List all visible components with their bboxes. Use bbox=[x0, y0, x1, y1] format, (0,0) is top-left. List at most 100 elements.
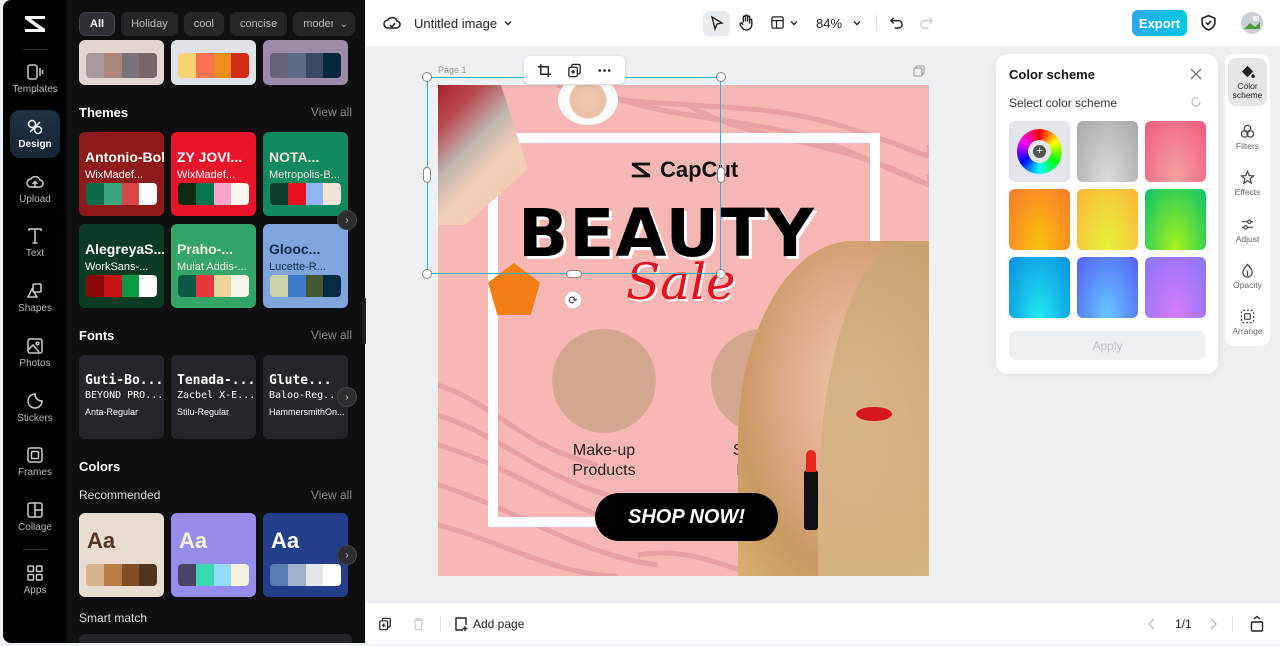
close-icon[interactable] bbox=[1189, 67, 1203, 81]
selection-box[interactable] bbox=[427, 77, 721, 274]
export-button[interactable]: Export bbox=[1132, 10, 1187, 36]
add-page-icon bbox=[455, 617, 468, 631]
duplicate-page-icon[interactable] bbox=[378, 617, 392, 631]
hand-tool-icon[interactable] bbox=[738, 14, 755, 31]
reset-icon[interactable] bbox=[1190, 96, 1202, 108]
gradient-swatch[interactable] bbox=[1077, 257, 1138, 318]
zoom-level[interactable]: 84% bbox=[816, 16, 842, 31]
theme-card[interactable]: NOTA... Metropolis-B... bbox=[263, 132, 348, 216]
shop-now-button[interactable]: SHOP NOW! bbox=[595, 493, 778, 541]
tool-filters[interactable]: Filters bbox=[1228, 113, 1267, 161]
resize-handle-bottom[interactable] bbox=[566, 270, 582, 278]
tool-effects[interactable]: Effects bbox=[1228, 159, 1267, 207]
themes-view-all-link[interactable]: View all bbox=[311, 105, 352, 119]
chip-holiday[interactable]: Holiday bbox=[121, 12, 178, 36]
rail-item-templates[interactable]: Templates bbox=[10, 55, 60, 103]
rail-item-stickers[interactable]: Stickers bbox=[10, 384, 60, 432]
shield-check-icon[interactable] bbox=[1200, 14, 1217, 31]
rail-item-text[interactable]: Text bbox=[10, 219, 60, 267]
page-duplicate-icon[interactable] bbox=[913, 65, 925, 77]
colors-next-button[interactable]: › bbox=[337, 545, 357, 565]
gradient-swatch[interactable] bbox=[1009, 189, 1070, 250]
layout-icon[interactable] bbox=[770, 15, 785, 30]
fonts-next-button[interactable]: › bbox=[337, 387, 357, 407]
undo-icon[interactable] bbox=[889, 15, 904, 30]
apply-button[interactable]: Apply bbox=[1009, 331, 1206, 360]
smart-match-item[interactable] bbox=[79, 634, 352, 643]
palette-sample-text: Aa bbox=[179, 528, 208, 553]
capcut-logo-icon[interactable] bbox=[21, 12, 49, 36]
font-pair-card[interactable]: Glute... Baloo-Reg... HammersmithOn... bbox=[263, 355, 348, 439]
gradient-swatch[interactable] bbox=[1145, 121, 1206, 182]
rail-item-upload[interactable]: Upload bbox=[10, 165, 60, 213]
resize-handle-right[interactable] bbox=[717, 167, 725, 183]
palette-card[interactable] bbox=[171, 40, 256, 85]
chip-concise[interactable]: concise bbox=[229, 12, 288, 36]
title-chevron-down-icon[interactable] bbox=[503, 18, 513, 28]
add-page-button[interactable]: Add page bbox=[454, 616, 524, 632]
delete-page-icon[interactable] bbox=[412, 617, 425, 631]
tool-arrange[interactable]: Arrange bbox=[1228, 298, 1267, 346]
chip-all[interactable]: All bbox=[79, 12, 116, 36]
next-page-icon[interactable] bbox=[1208, 617, 1218, 631]
rail-item-apps[interactable]: Apps bbox=[10, 556, 60, 604]
gradient-swatch[interactable] bbox=[1077, 121, 1138, 182]
rail-item-collage[interactable]: Collage bbox=[10, 493, 60, 541]
gradient-swatch[interactable] bbox=[1009, 257, 1070, 318]
fonts-view-all-link[interactable]: View all bbox=[311, 328, 352, 342]
redo-icon[interactable] bbox=[919, 15, 934, 30]
palette-color-1 bbox=[287, 53, 306, 78]
document-title[interactable]: Untitled image bbox=[414, 16, 497, 31]
color-palette-card[interactable]: Aa bbox=[263, 513, 348, 597]
resize-handle-top-left[interactable] bbox=[422, 72, 432, 82]
makeup-products-image[interactable] bbox=[552, 329, 656, 433]
color-palette-card[interactable]: Aa bbox=[79, 513, 164, 597]
resize-handle-top-right[interactable] bbox=[716, 72, 726, 82]
top-bar: Untitled image 84% Export bbox=[366, 0, 1280, 46]
chevron-right-icon: › bbox=[345, 391, 349, 403]
rail-item-photos[interactable]: Photos bbox=[10, 329, 60, 377]
zoom-chevron-down-icon[interactable] bbox=[852, 18, 862, 28]
palette-card[interactable] bbox=[263, 40, 348, 85]
resize-handle-left[interactable] bbox=[423, 167, 431, 183]
font-pair-card[interactable]: Tenada-... Zacbel X-E... Stilu-Regular bbox=[171, 355, 256, 439]
theme-card[interactable]: Antonio-Bold WixMadef... bbox=[79, 132, 164, 216]
cloud-sync-icon[interactable] bbox=[383, 14, 401, 32]
rail-item-design[interactable]: Design bbox=[10, 110, 60, 158]
chip-cool[interactable]: cool bbox=[183, 12, 224, 36]
pages-panel-icon[interactable] bbox=[1250, 615, 1264, 632]
color-palette-card[interactable]: Aa bbox=[171, 513, 256, 597]
rotate-handle[interactable]: ⟳ bbox=[564, 291, 582, 309]
theme-card[interactable]: AlegreyaS... WorkSans-... bbox=[79, 224, 164, 308]
palette-card[interactable] bbox=[79, 40, 164, 85]
rail-item-shapes[interactable]: Shapes bbox=[10, 274, 60, 322]
theme-palette bbox=[86, 183, 157, 205]
tool-color-scheme[interactable]: Color scheme bbox=[1228, 58, 1267, 106]
more-options-icon[interactable] bbox=[597, 63, 612, 78]
layout-chevron-down-icon[interactable] bbox=[789, 18, 799, 28]
palette-color-1 bbox=[195, 53, 214, 78]
theme-card[interactable]: ZY JOVI... WixMadef... bbox=[171, 132, 256, 216]
font-pair-card[interactable]: Guti-Bo... BEYOND PRO... Anta-Regular bbox=[79, 355, 164, 439]
custom-color-swatch[interactable]: + bbox=[1009, 121, 1070, 182]
chips-expand-button[interactable]: ⌄ bbox=[333, 12, 355, 36]
tool-adjust[interactable]: Adjust bbox=[1228, 206, 1267, 254]
duplicate-icon[interactable] bbox=[567, 63, 582, 78]
gradient-swatch[interactable] bbox=[1145, 189, 1206, 250]
resize-handle-bottom-left[interactable] bbox=[422, 269, 432, 279]
prev-page-icon[interactable] bbox=[1147, 617, 1157, 631]
colors-view-all-link[interactable]: View all bbox=[311, 488, 352, 502]
resize-handle-bottom-right[interactable] bbox=[716, 269, 726, 279]
tool-opacity[interactable]: Opacity bbox=[1228, 252, 1267, 300]
makeup-label[interactable]: Make-up Products bbox=[556, 441, 652, 481]
gradient-swatch[interactable] bbox=[1077, 189, 1138, 250]
user-avatar[interactable] bbox=[1241, 12, 1263, 34]
theme-card[interactable]: Praho-... Mulat Addis-... bbox=[171, 224, 256, 308]
crop-icon[interactable] bbox=[537, 63, 552, 78]
theme-card[interactable]: Glooc... Lucette-R... bbox=[263, 224, 348, 308]
gradient-swatch[interactable] bbox=[1145, 257, 1206, 318]
rail-item-frames[interactable]: Frames bbox=[10, 438, 60, 486]
theme-body-font: WixMadef... bbox=[85, 169, 144, 181]
themes-next-button[interactable]: › bbox=[337, 210, 357, 230]
upload-icon bbox=[26, 175, 44, 188]
